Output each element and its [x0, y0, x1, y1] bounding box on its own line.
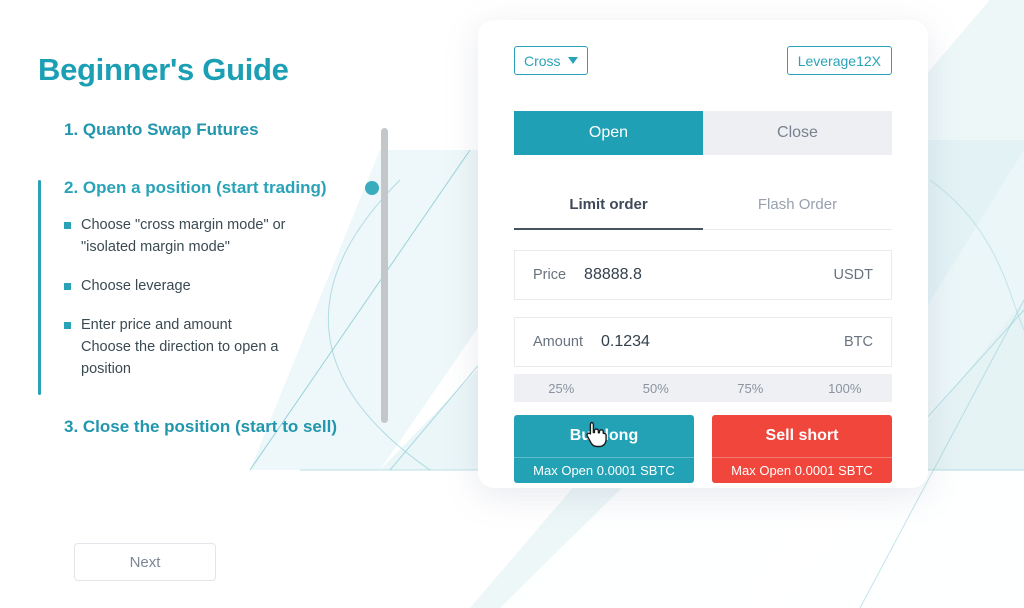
list-item: Choose leverage [64, 275, 400, 297]
trading-panel-card: Cross Leverage12X Open Close Limit order… [478, 20, 928, 488]
sell-short-label: Sell short [765, 427, 839, 444]
buy-long-button[interactable]: Buy long Max Open 0.0001 SBTC [514, 415, 694, 483]
buy-long-label: Buy long [569, 427, 639, 444]
order-type-tabs: Limit order Flash Order [514, 180, 892, 230]
price-unit: USDT [833, 267, 873, 283]
price-field[interactable]: Price USDT [514, 250, 892, 300]
guide-section-2-bullets: Choose "cross margin mode" or "isolated … [0, 214, 400, 380]
leverage-label: Leverage12X [797, 52, 881, 69]
scrollbar-thumb[interactable] [381, 128, 388, 423]
bullet-line-1: Choose "cross margin mode" or [81, 217, 286, 233]
tab-limit-order[interactable]: Limit order [514, 180, 703, 230]
beginner-guide-panel: Beginner's Guide 1. Quanto Swap Futures … [0, 0, 430, 608]
leverage-button[interactable]: Leverage12X [786, 46, 892, 75]
guide-section-3[interactable]: 3. Close the position (start to sell) [0, 415, 400, 439]
margin-mode-dropdown[interactable]: Cross [514, 46, 588, 75]
guide-section-1[interactable]: 1. Quanto Swap Futures [0, 118, 400, 142]
bullet-line-3: position [81, 361, 131, 377]
percent-option-25[interactable]: 25% [514, 374, 609, 402]
tab-open[interactable]: Open [514, 111, 703, 155]
percent-option-75[interactable]: 75% [703, 374, 798, 402]
list-item: Enter price and amount Choose the direct… [64, 314, 400, 380]
amount-field[interactable]: Amount BTC [514, 317, 892, 367]
card-top-controls: Cross Leverage12X [514, 46, 892, 78]
bullet-line-1: Choose leverage [81, 278, 191, 294]
margin-mode-label: Cross [524, 52, 561, 69]
bullet-square-icon [64, 322, 71, 329]
bullet-square-icon [64, 283, 71, 290]
bullet-square-icon [64, 222, 71, 229]
guide-section-3-heading: 3. Close the position (start to sell) [64, 417, 337, 436]
percent-selector: 25% 50% 75% 100% [514, 374, 892, 402]
active-section-accent-bar [38, 180, 41, 395]
vertical-scrollbar[interactable] [381, 128, 388, 423]
bullet-line-2: Choose the direction to open a [81, 339, 279, 355]
guide-section-2[interactable]: 2. Open a position (start trading) Choos… [0, 176, 400, 401]
amount-unit: BTC [844, 334, 873, 350]
price-input[interactable] [584, 266, 834, 284]
guide-scroll-area[interactable]: 1. Quanto Swap Futures 2. Open a positio… [0, 118, 400, 458]
guide-section-2-heading: 2. Open a position (start trading) [64, 178, 327, 197]
bullet-line-2: "isolated margin mode" [81, 239, 230, 255]
bullet-line-1: Enter price and amount [81, 317, 232, 333]
order-action-row: Buy long Max Open 0.0001 SBTC Sell short… [514, 415, 892, 483]
screen: Beginner's Guide 1. Quanto Swap Futures … [0, 0, 1024, 608]
tab-close[interactable]: Close [703, 111, 892, 155]
amount-label: Amount [533, 334, 583, 350]
chevron-down-icon [567, 57, 578, 64]
percent-option-50[interactable]: 50% [609, 374, 704, 402]
page-title: Beginner's Guide [38, 52, 289, 87]
next-button[interactable]: Next [74, 543, 216, 581]
position-tabs: Open Close [514, 111, 892, 155]
price-label: Price [533, 267, 567, 283]
percent-option-100[interactable]: 100% [798, 374, 893, 402]
sell-short-max-open: Max Open 0.0001 SBTC [712, 457, 892, 483]
guide-section-1-heading: 1. Quanto Swap Futures [64, 120, 259, 139]
buy-long-max-open: Max Open 0.0001 SBTC [514, 457, 694, 483]
sell-short-button[interactable]: Sell short Max Open 0.0001 SBTC [712, 415, 892, 483]
list-item: Choose "cross margin mode" or "isolated … [64, 214, 400, 258]
amount-input[interactable] [600, 333, 844, 351]
tab-flash-order[interactable]: Flash Order [703, 180, 892, 229]
